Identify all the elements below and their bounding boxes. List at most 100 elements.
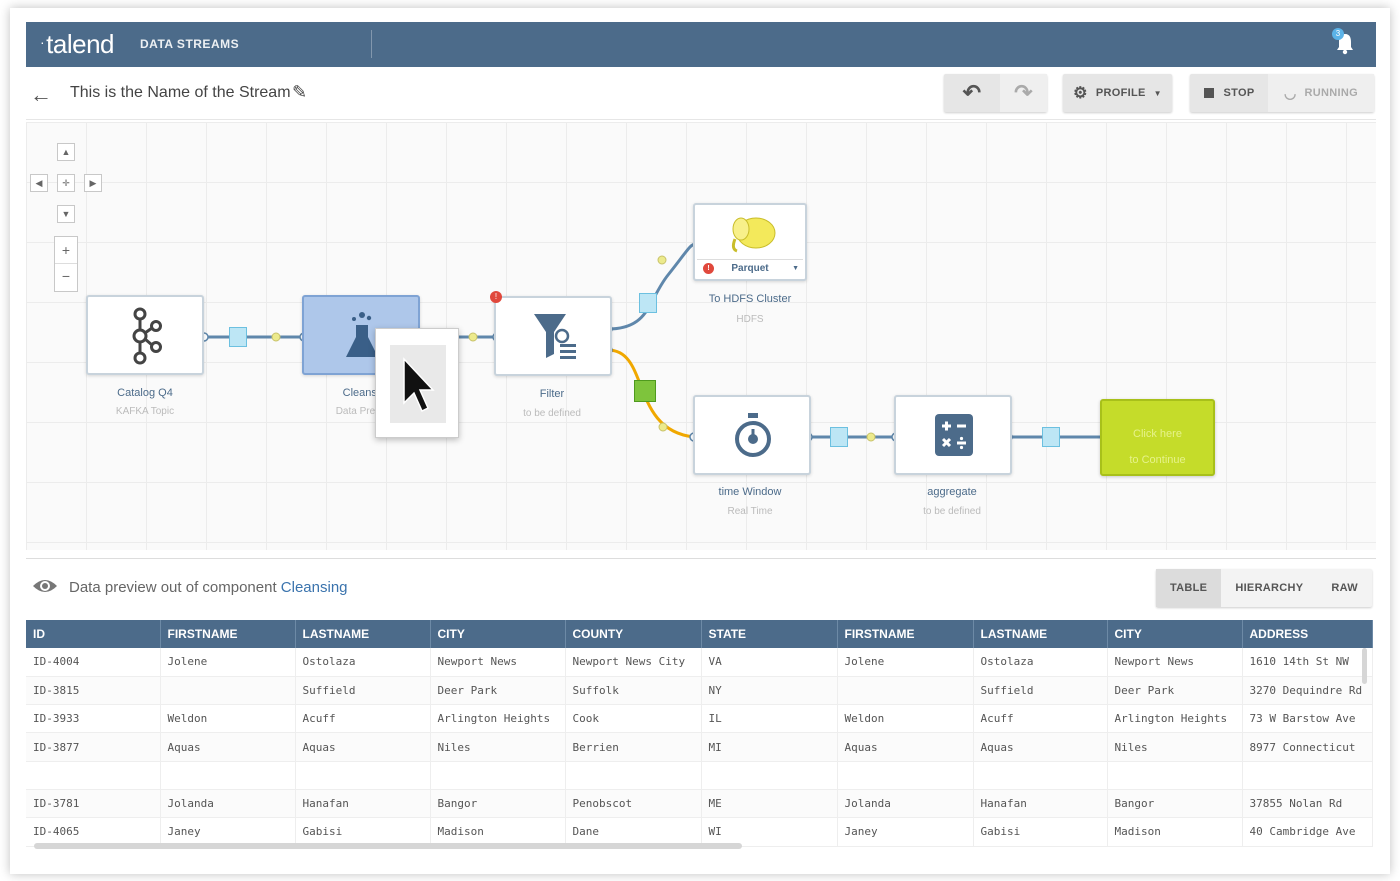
table-cell: ID-3781 — [26, 789, 161, 819]
table-cell: Hanafan — [295, 789, 431, 819]
table-cell: Janey — [160, 817, 296, 847]
table-cell — [26, 761, 161, 790]
table-cell: Aquas — [837, 732, 974, 762]
node-subtitle: to be defined — [923, 506, 981, 517]
column-header[interactable]: STATE — [701, 620, 838, 648]
table-cell: Cook — [565, 704, 702, 734]
drag-preview — [375, 328, 459, 438]
table-cell: ID-3877 — [26, 732, 161, 762]
column-header[interactable]: ADDRESS — [1242, 620, 1373, 648]
table-cell: Deer Park — [430, 676, 566, 706]
tab-raw[interactable]: RAW — [1317, 569, 1372, 607]
table-cell: Aquas — [160, 732, 296, 762]
table-cell: Newport News City — [565, 648, 702, 677]
table-cell: Newport News — [430, 648, 566, 677]
table-cell: Berrien — [565, 732, 702, 762]
node-subtitle: to be defined — [523, 408, 581, 419]
table-cell: Jolanda — [837, 789, 974, 819]
table-cell: Gabisi — [295, 817, 431, 847]
column-header[interactable]: ID — [26, 620, 161, 648]
table-cell: Deer Park — [1107, 676, 1243, 706]
tab-table[interactable]: TABLE — [1155, 569, 1222, 607]
error-icon: ! — [703, 263, 714, 274]
node-aggregate[interactable] — [894, 395, 1012, 475]
table-cell: Dane — [565, 817, 702, 847]
table-cell: Janey — [837, 817, 974, 847]
table-row[interactable]: ID-4004 Jolene Ostolaza Newport News Newport… — [26, 648, 1373, 677]
column-header[interactable]: CITY — [430, 620, 566, 648]
horizontal-scrollbar[interactable] — [34, 843, 742, 849]
node-subtitle: HDFS — [736, 314, 764, 325]
table-cell: Jolene — [160, 648, 296, 677]
node-filter[interactable] — [494, 296, 612, 376]
table-cell: ID-4065 — [26, 817, 161, 847]
column-header[interactable]: CITY — [1107, 620, 1243, 648]
table-row[interactable]: ID-4065 Janey Gabisi Madison Dane WI Janey Gabi… — [26, 817, 1373, 847]
table-cell: WI — [701, 817, 838, 847]
table-cell: Gabisi — [973, 817, 1108, 847]
table-cell: Madison — [1107, 817, 1243, 847]
table-cell: Penobscot — [565, 789, 702, 819]
column-header[interactable]: LASTNAME — [973, 620, 1108, 648]
table-cell: 40 Cambridge Ave — [1242, 817, 1373, 847]
buffer-icon[interactable] — [639, 293, 657, 313]
column-header[interactable]: FIRSTNAME — [160, 620, 296, 648]
node-title: Catalog Q4 — [117, 387, 173, 399]
table-cell — [837, 761, 974, 790]
table-cell: Jolene — [837, 648, 974, 677]
hadoop-elephant-icon — [731, 217, 776, 253]
continue-line1: Click here — [1133, 428, 1182, 440]
table-cell: Weldon — [160, 704, 296, 734]
table-cell: 8977 Connecticut — [1242, 732, 1373, 762]
table-row[interactable]: ID-3933 Weldon Acuff Arlington Heights Cook I… — [26, 704, 1373, 734]
table-row[interactable]: ID-3815 Suffield Deer Park Suffolk NY Suffiel… — [26, 676, 1373, 706]
buffer-active-icon[interactable] — [634, 380, 656, 402]
table-cell: Weldon — [837, 704, 974, 734]
table-cell — [973, 761, 1108, 790]
format-select[interactable]: ! Parquet ▼ — [697, 259, 803, 277]
node-kafka-source[interactable] — [86, 295, 204, 375]
continue-line2: to Continue — [1129, 454, 1186, 466]
table-row[interactable]: ID-3781 Jolanda Hanafan Bangor Penobscot ME Jo… — [26, 789, 1373, 819]
table-row[interactable]: ID-3877 Aquas Aquas Niles Berrien MI Aquas Aqua… — [26, 732, 1373, 762]
table-cell: Suffolk — [565, 676, 702, 706]
table-cell: MI — [701, 732, 838, 762]
node-hdfs[interactable]: ! Parquet ▼ — [693, 203, 807, 281]
table-row[interactable] — [26, 761, 1373, 790]
buffer-icon[interactable] — [830, 427, 848, 447]
mouse-cursor-icon — [403, 357, 435, 413]
buffer-icon[interactable] — [1042, 427, 1060, 447]
table-cell: Bangor — [430, 789, 566, 819]
vertical-scrollbar[interactable] — [1362, 648, 1367, 684]
stopwatch-icon — [735, 413, 771, 457]
caret-down-icon: ▼ — [792, 265, 799, 272]
column-header[interactable]: COUNTY — [565, 620, 702, 648]
table-header-row: ID FIRSTNAME LASTNAME CITY COUNTY STATE … — [26, 620, 1373, 648]
calculator-icon — [935, 414, 973, 456]
view-tabs: TABLE HIERARCHY RAW — [1155, 569, 1372, 607]
tab-hierarchy[interactable]: HIERARCHY — [1221, 569, 1317, 607]
error-icon[interactable]: ! — [490, 291, 502, 303]
table-cell — [837, 676, 974, 706]
node-time-window[interactable] — [693, 395, 811, 475]
column-header[interactable]: LASTNAME — [295, 620, 431, 648]
kafka-icon — [132, 307, 162, 365]
table-cell: 37855 Nolan Rd — [1242, 789, 1373, 819]
table-cell: Suffield — [295, 676, 431, 706]
column-header[interactable]: FIRSTNAME — [837, 620, 974, 648]
table-cell: Bangor — [1107, 789, 1243, 819]
table-cell: Aquas — [973, 732, 1108, 762]
table-cell — [430, 761, 566, 790]
table-cell: VA — [701, 648, 838, 677]
filter-icon — [534, 314, 576, 359]
buffer-icon[interactable] — [229, 327, 247, 347]
table-cell: ID-3815 — [26, 676, 161, 706]
preview-component-link[interactable]: Cleansing — [281, 579, 348, 596]
eye-icon[interactable] — [32, 577, 58, 595]
data-preview-table: ID FIRSTNAME LASTNAME CITY COUNTY STATE … — [26, 620, 1373, 847]
table-cell: ID-3933 — [26, 704, 161, 734]
table-cell: Ostolaza — [295, 648, 431, 677]
continue-button[interactable]: Click here to Continue — [1100, 399, 1215, 476]
node-title: time Window — [718, 486, 782, 498]
table-cell: Arlington Heights — [430, 704, 566, 734]
